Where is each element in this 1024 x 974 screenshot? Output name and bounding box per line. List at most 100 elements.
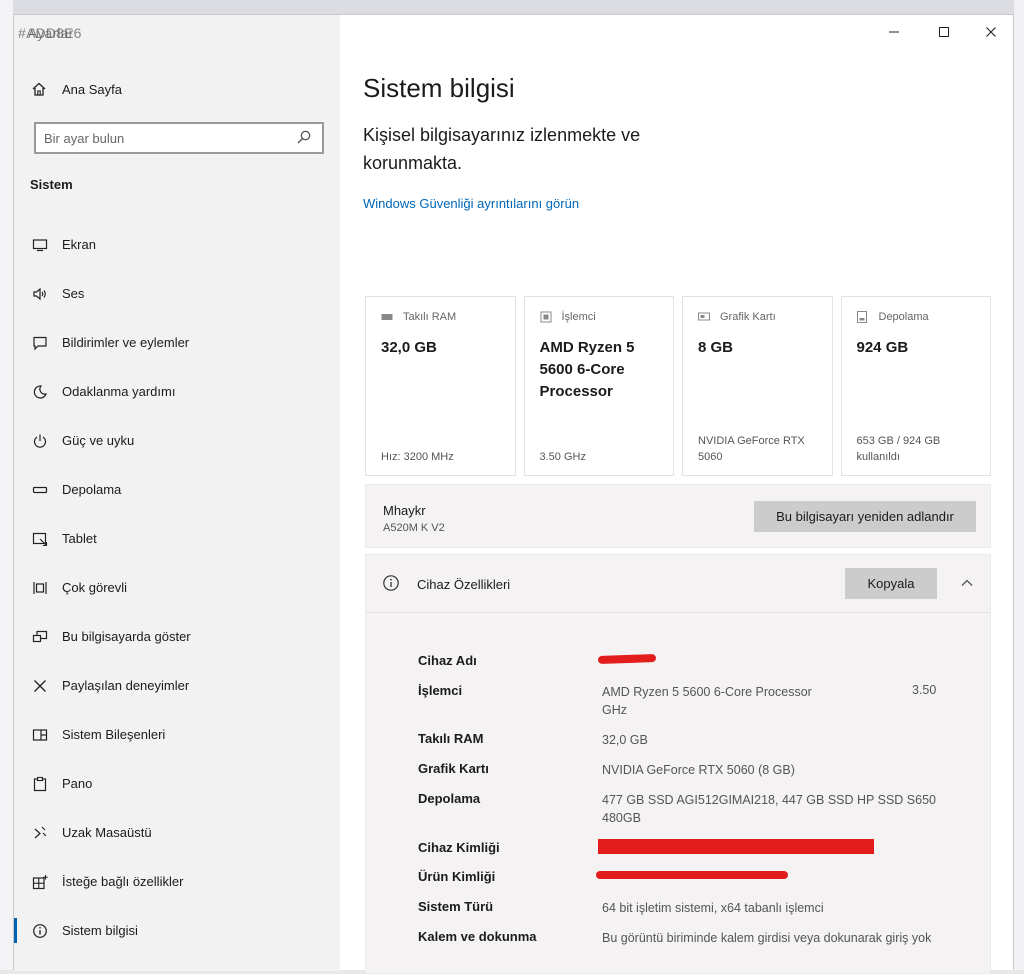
disk-icon (856, 311, 871, 323)
spec-value: NVIDIA GeForce RTX 5060 (8 GB) (602, 763, 795, 777)
sidebar: #ADD8E6 Ayarlar Ana Sayfa Bir ayar bulun… (14, 15, 340, 971)
power-icon (31, 432, 49, 450)
card-label: Takılı RAM (403, 311, 457, 323)
sidebar-item-cok-gorevli[interactable]: Çok görevli (14, 563, 340, 612)
gpu-memory-value: 8 GB (698, 339, 734, 356)
processor-card: İşlemci AMD Ryzen 5 5600 6-Core Processo… (523, 296, 674, 476)
gpu-card: Grafik Kartı 8 GB NVIDIA GeForce RTX 506… (682, 296, 833, 476)
sidebar-item-label: Bu bilgisayarda göster (62, 629, 191, 644)
ram-speed: Hız: 3200 MHz (381, 451, 454, 463)
sidebar-item-paylasilan[interactable]: Paylaşılan deneyimler (14, 661, 340, 710)
spec-label: Grafik Kartı (418, 761, 489, 776)
storage-usage: 653 GB / 924 GB kullanıldı (856, 435, 941, 463)
redaction-mark (598, 839, 874, 854)
sidebar-item-tablet[interactable]: Tablet (14, 514, 340, 563)
sidebar-item-label: Uzak Masaüstü (62, 825, 152, 840)
background-window-strip (0, 0, 1024, 14)
optional-features-icon (31, 873, 49, 891)
moon-icon (31, 383, 49, 401)
sidebar-item-label: Sistem bilgisi (62, 923, 138, 938)
ram-icon (381, 311, 395, 323)
spec-value: 477 GB SSD AGI512GIMAI218, 447 GB SSD HP… (602, 793, 936, 825)
chevron-up-icon[interactable] (958, 574, 976, 592)
processor-model: AMD Ryzen 5 5600 6-Core Processor (602, 685, 812, 699)
rename-pc-button[interactable]: Bu bilgisayarı yeniden adlandır (754, 501, 976, 532)
copy-button[interactable]: Kopyala (845, 568, 937, 599)
sidebar-item-istege-bagli[interactable]: İsteğe bağlı özellikler (14, 857, 340, 906)
sidebar-item-ses[interactable]: Ses (14, 269, 340, 318)
sidebar-item-label: Pano (62, 776, 93, 791)
components-icon (31, 726, 49, 744)
sidebar-item-label: Tablet (62, 531, 97, 546)
card-label: Depolama (878, 311, 929, 323)
sidebar-item-uzak-masaustu[interactable]: Uzak Masaüstü (14, 808, 340, 857)
home-label: Ana Sayfa (62, 81, 122, 97)
gpu-icon (698, 311, 712, 323)
storage-total-value: 924 GB (856, 339, 909, 356)
window-title: Ayarlar (28, 25, 74, 41)
card-label: İşlemci (561, 311, 596, 323)
card-label: Grafik Kartı (720, 311, 776, 323)
spec-value: AMD Ryzen 5 5600 6-Core Processor GHz (602, 683, 942, 719)
sidebar-item-label: Ekran (62, 237, 96, 252)
sidebar-item-label: Güç ve uyku (62, 433, 135, 448)
sidebar-item-odaklanma[interactable]: Odaklanma yardımı (14, 367, 340, 416)
hardware-summary-cards: Takılı RAM 32,0 GB Hız: 3200 MHz İşlemci… (365, 296, 991, 476)
settings-search-box[interactable]: Bir ayar bulun (34, 122, 324, 154)
speaker-icon (31, 285, 49, 303)
device-specifications-title: Cihaz Özellikleri (417, 577, 511, 592)
sidebar-item-pano[interactable]: Pano (14, 759, 340, 808)
sidebar-item-depolama[interactable]: Depolama (14, 465, 340, 514)
page-title: Sistem bilgisi (363, 73, 515, 103)
spec-label: Takılı RAM (418, 731, 484, 746)
sidebar-item-bu-bilgisayarda-goster[interactable]: Bu bilgisayarda göster (14, 612, 340, 661)
main-content: Sistem bilgisi Kişisel bilgisayarınız iz… (341, 15, 1015, 974)
sidebar-nav: Ekran Ses Bildirimler ve eylemler Odakla… (14, 220, 340, 955)
spec-label: Ürün Kimliği (418, 869, 496, 884)
sidebar-item-bildirimler[interactable]: Bildirimler ve eylemler (14, 318, 340, 367)
gpu-model: NVIDIA GeForce RTX 5060 (698, 435, 805, 463)
spec-value: 32,0 GB (602, 733, 648, 747)
pc-name-panel: Mhaykr A520M K V2 Bu bilgisayarı yeniden… (365, 484, 991, 548)
tablet-icon (31, 530, 49, 548)
sidebar-item-label: Çok görevli (62, 580, 128, 595)
pc-name: Mhaykr (383, 503, 426, 518)
processor-value: AMD Ryzen 5 5600 6-Core Processor (539, 339, 635, 400)
storage-icon (31, 481, 49, 499)
background-window-edge-right (1014, 0, 1024, 970)
spec-value: Bu görüntü biriminde kalem girdisi veya … (602, 931, 932, 945)
multitask-icon (31, 579, 49, 597)
spec-label: İşlemci (418, 683, 463, 698)
sidebar-item-label: Ses (62, 286, 85, 301)
redaction-mark (597, 653, 657, 665)
info-icon (382, 574, 400, 592)
ram-value: 32,0 GB (381, 339, 437, 356)
sidebar-item-label: Sistem Bileşenleri (62, 727, 166, 742)
remote-icon (31, 824, 49, 842)
search-icon[interactable] (296, 129, 314, 147)
ram-card: Takılı RAM 32,0 GB Hız: 3200 MHz (365, 296, 516, 476)
sidebar-item-guc[interactable]: Güç ve uyku (14, 416, 340, 465)
device-specifications-panel: Cihaz Özellikleri Kopyala Cihaz Adı İşle… (365, 554, 991, 974)
device-specifications-header[interactable]: Cihaz Özellikleri Kopyala (366, 555, 990, 613)
sidebar-section-title: Sistem (30, 177, 73, 192)
spec-label: Cihaz Kimliği (418, 840, 500, 855)
monitor-icon (31, 236, 49, 254)
shared-icon (31, 677, 49, 695)
spec-label: Kalem ve dokunma (418, 929, 537, 944)
processor-speed-value: 3.50 (912, 683, 937, 697)
windows-security-link[interactable]: Windows Güvenliği ayrıntılarını görün (363, 196, 579, 211)
sidebar-item-sistem-bilgisi[interactable]: Sistem bilgisi (14, 906, 340, 955)
search-input[interactable]: Bir ayar bulun (44, 131, 296, 146)
sidebar-item-label: Paylaşılan deneyimler (62, 678, 190, 693)
processor-speed-unit: GHz (602, 703, 627, 717)
spec-label: Depolama (418, 791, 481, 806)
sidebar-item-ekran[interactable]: Ekran (14, 220, 340, 269)
sidebar-item-label: Odaklanma yardımı (62, 384, 176, 399)
sidebar-item-label: Bildirimler ve eylemler (62, 335, 190, 350)
protection-status-text: Kişisel bilgisayarınız izlenmekte ve kor… (363, 125, 641, 173)
home-icon (30, 80, 48, 98)
sidebar-item-label: İsteğe bağlı özellikler (62, 874, 184, 889)
home-link[interactable]: Ana Sayfa (30, 77, 122, 101)
sidebar-item-sistem-bilesenleri[interactable]: Sistem Bileşenleri (14, 710, 340, 759)
